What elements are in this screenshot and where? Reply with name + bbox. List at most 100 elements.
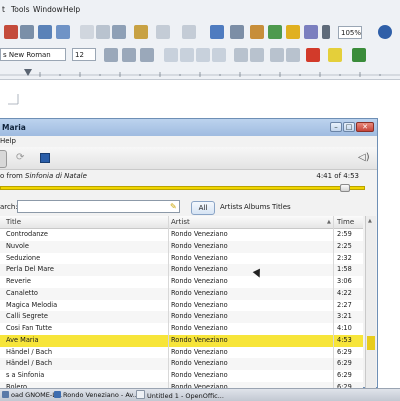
track-table: Title Artist ▲ Time Controdanze Rondo Ven… [0, 216, 363, 388]
column-artist[interactable]: Artist [171, 218, 190, 226]
clear-search-icon[interactable]: ✎ [170, 202, 177, 211]
table-row[interactable]: Nuvole Rondo Veneziano 2:25 [0, 240, 363, 253]
undo-icon[interactable] [156, 25, 170, 39]
font-name-combo[interactable]: s New Roman [0, 48, 66, 61]
pilcrow-icon[interactable] [322, 25, 330, 39]
navigator-icon[interactable] [268, 25, 282, 39]
close-button[interactable]: ✕ [356, 122, 374, 132]
table-row[interactable]: s a Sinfonia Rondo Veneziano 6:29 [0, 370, 363, 382]
writer-document-page[interactable] [0, 80, 400, 120]
table-row[interactable]: Canaletto Rondo Veneziano 4:22 [0, 287, 363, 300]
track-artist: Rondo Veneziano [171, 230, 228, 238]
table-row[interactable]: Magica Melodia Rondo Veneziano 2:27 [0, 300, 363, 312]
background-color-icon[interactable] [352, 48, 366, 62]
paste-icon[interactable] [112, 25, 126, 39]
font-color-icon[interactable] [306, 48, 320, 62]
table-row[interactable]: Händel / Bach Rondo Veneziano 6:29 [0, 347, 363, 359]
menu-format[interactable]: t [2, 5, 5, 14]
menu-help[interactable]: Help [63, 5, 80, 14]
cut-icon[interactable] [80, 25, 94, 39]
seek-slider[interactable] [0, 184, 365, 192]
volume-icon[interactable]: ◁) [358, 152, 370, 163]
table-row[interactable]: Perla Del Mare Rondo Veneziano 1:58 [0, 264, 363, 276]
filter-artists-button[interactable]: Artists [220, 201, 242, 213]
filter-all-button[interactable]: All [191, 201, 215, 215]
menu-help[interactable]: Help [0, 137, 16, 145]
align-left-icon[interactable] [164, 48, 178, 62]
table-row[interactable]: Seduzione Rondo Veneziano 2:32 [0, 253, 363, 265]
column-time[interactable]: Time [337, 218, 354, 226]
table-row[interactable]: Controdanze Rondo Veneziano 2:59 [0, 229, 363, 241]
draw-icon[interactable] [250, 25, 264, 39]
italic-icon[interactable] [122, 48, 136, 62]
column-title[interactable]: Title [6, 218, 21, 226]
zoom-combo[interactable]: 105% [338, 26, 362, 39]
table-icon[interactable] [230, 25, 244, 39]
track-time-cell: 3:21 [337, 312, 352, 321]
table-row[interactable]: Calli Segrete Rondo Veneziano 3:21 [0, 311, 363, 323]
seek-thumb[interactable] [339, 184, 350, 192]
align-center-icon[interactable] [180, 48, 194, 62]
track-list-scrollbar[interactable]: ▲ [365, 216, 376, 388]
menu-tools[interactable]: Tools [11, 5, 29, 14]
track-time-cell: 3:06 [337, 277, 352, 285]
track-artist: Rondo Veneziano [171, 359, 228, 368]
track-title: Magica Melodia [6, 300, 58, 309]
clone-format-icon[interactable] [134, 25, 148, 39]
track-time-cell: 6:29 [337, 359, 352, 368]
redo-icon[interactable] [182, 25, 196, 39]
search-input[interactable] [17, 200, 180, 213]
help-icon[interactable] [378, 25, 392, 39]
now-playing-album: Sinfonia di Natale [25, 172, 87, 180]
font-size-combo[interactable]: 12 [72, 48, 96, 61]
visualizer-icon[interactable] [40, 153, 50, 163]
justify-icon[interactable] [212, 48, 226, 62]
player-titlebar[interactable]: Maria – □ ✕ [0, 119, 377, 136]
bullets-icon[interactable] [250, 48, 264, 62]
track-artist: Rondo Veneziano [171, 312, 228, 321]
print-icon[interactable] [20, 25, 34, 39]
scroll-thumb[interactable] [367, 336, 375, 350]
numbering-icon[interactable] [234, 48, 248, 62]
track-artist: Rondo Veneziano [171, 335, 228, 344]
track-title: Reverie [6, 277, 31, 285]
table-row[interactable]: Cosi Fan Tutte Rondo Veneziano 4:10 [0, 323, 363, 335]
filter-albums-button[interactable]: Albums [244, 201, 270, 213]
table-row-selected[interactable]: Ave Maria Rondo Veneziano 4:53 [0, 334, 363, 347]
track-title: Cosi Fan Tutte [6, 324, 52, 332]
play-pause-button[interactable] [0, 150, 7, 168]
table-row[interactable]: Händel / Bach Rondo Veneziano 6:29 [0, 358, 363, 370]
player-toolbar: ⟳ ◁) [0, 147, 377, 170]
track-title: Canaletto [6, 288, 38, 297]
spellcheck-icon[interactable] [38, 25, 52, 39]
autospell-icon[interactable] [56, 25, 70, 39]
track-time-cell: 6:29 [337, 371, 352, 379]
menu-window[interactable]: Window [33, 5, 63, 14]
ruler[interactable] [0, 66, 400, 80]
repeat-icon[interactable]: ⟳ [16, 152, 24, 163]
minimize-button[interactable]: – [330, 122, 342, 132]
maximize-button[interactable]: □ [343, 122, 355, 132]
taskbar-item-player[interactable]: Rondo Veneziano - Av... [54, 390, 139, 400]
pdf-icon[interactable] [4, 25, 18, 39]
increase-indent-icon[interactable] [286, 48, 300, 62]
highlight-icon[interactable] [328, 48, 342, 62]
hyperlink-icon[interactable] [210, 25, 224, 39]
track-title: Händel / Bach [6, 359, 53, 368]
scroll-up-icon[interactable]: ▲ [368, 218, 372, 224]
track-artist: Rondo Veneziano [171, 265, 228, 274]
gallery-icon[interactable] [286, 25, 300, 39]
underline-icon[interactable] [140, 48, 154, 62]
taskbar-item-writer[interactable]: Untitled 1 - OpenOffic... [136, 390, 224, 400]
bold-icon[interactable] [104, 48, 118, 62]
track-artist: Rondo Veneziano [171, 241, 228, 250]
decrease-indent-icon[interactable] [270, 48, 284, 62]
table-row[interactable]: Reverie Rondo Veneziano 3:06 [0, 276, 363, 288]
ruler-ticks [0, 69, 400, 77]
now-playing-label: o from Sinfonia di Natale [0, 172, 87, 180]
copy-icon[interactable] [96, 25, 110, 39]
align-right-icon[interactable] [196, 48, 210, 62]
download-icon [2, 391, 9, 398]
datasources-icon[interactable] [304, 25, 318, 39]
filter-titles-button[interactable]: Titles [272, 201, 291, 213]
